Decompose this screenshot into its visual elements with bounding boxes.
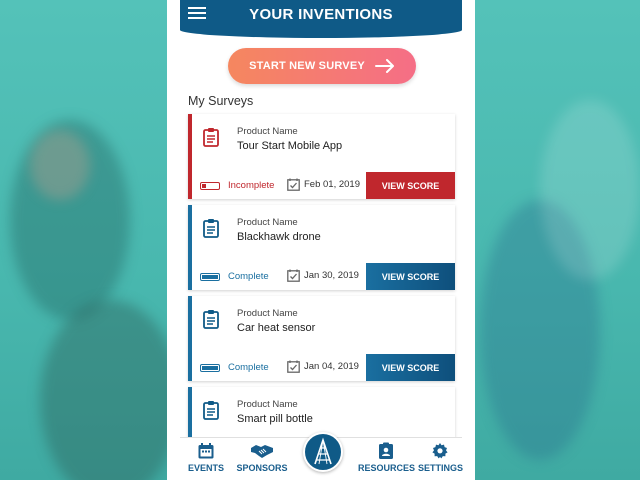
status-text: Complete xyxy=(228,362,269,373)
arrow-right-icon xyxy=(374,59,394,73)
nav-resources-label: RESOURCES xyxy=(358,463,416,473)
id-badge-icon xyxy=(379,442,393,459)
app-screen: YOUR INVENTIONS START NEW SURVEY My Surv… xyxy=(167,0,475,480)
start-new-survey-label: START NEW SURVEY xyxy=(249,60,365,72)
product-name-label: Product Name xyxy=(237,217,298,228)
survey-card[interactable]: Product Name Car heat sensor Complete Ja… xyxy=(188,296,455,381)
nav-sponsors[interactable]: SPONSORS xyxy=(236,442,288,473)
app-logo-button[interactable] xyxy=(303,432,343,472)
nav-events-label: EVENTS xyxy=(187,463,224,473)
calendar-check-icon xyxy=(287,360,300,373)
product-name-value: Smart pill bottle xyxy=(237,413,313,425)
date-text: Jan 04, 2019 xyxy=(304,361,359,372)
section-title: My Surveys xyxy=(188,94,254,108)
product-name-value: Blackhawk drone xyxy=(237,231,321,243)
product-name-label: Product Name xyxy=(237,308,298,319)
survey-date: Feb 01, 2019 xyxy=(287,178,360,191)
bottom-nav: EVENTS SPONSORS RESOURCES SETTINGS xyxy=(180,432,464,480)
app-header: YOUR INVENTIONS xyxy=(180,0,462,38)
product-name-value: Car heat sensor xyxy=(237,322,316,334)
handshake-icon xyxy=(251,445,273,458)
product-name-label: Product Name xyxy=(237,126,298,137)
gear-icon xyxy=(432,443,448,459)
date-text: Feb 01, 2019 xyxy=(304,179,360,190)
tower-logo-icon xyxy=(314,437,332,465)
calendar-check-icon xyxy=(287,269,300,282)
calendar-check-icon xyxy=(287,178,300,191)
survey-card[interactable]: Product Name Blackhawk drone Complete Ja… xyxy=(188,205,455,290)
clipboard-icon xyxy=(203,401,219,420)
nav-events[interactable]: EVENTS xyxy=(186,442,226,473)
progress-bar-icon xyxy=(200,363,220,372)
clipboard-icon xyxy=(203,128,219,147)
product-name-value: Tour Start Mobile App xyxy=(237,140,343,152)
calendar-icon xyxy=(198,443,214,459)
status-text: Incomplete xyxy=(228,180,275,191)
status-badge: Complete xyxy=(200,271,269,282)
nav-settings[interactable]: SETTINGS xyxy=(418,442,464,473)
page-title: YOUR INVENTIONS xyxy=(249,6,393,23)
survey-date: Jan 30, 2019 xyxy=(287,269,359,282)
nav-sponsors-label: SPONSORS xyxy=(236,463,288,473)
progress-bar-icon xyxy=(200,272,220,281)
status-text: Complete xyxy=(228,271,269,282)
survey-date: Jan 04, 2019 xyxy=(287,360,359,373)
view-score-button[interactable]: VIEW SCORE xyxy=(366,354,455,381)
status-badge: Complete xyxy=(200,362,269,373)
clipboard-icon xyxy=(203,219,219,238)
survey-card[interactable]: Product Name Tour Start Mobile App Incom… xyxy=(188,114,455,199)
status-badge: Incomplete xyxy=(200,180,274,191)
nav-settings-label: SETTINGS xyxy=(418,463,464,473)
clipboard-icon xyxy=(203,310,219,329)
product-name-label: Product Name xyxy=(237,399,298,410)
date-text: Jan 30, 2019 xyxy=(304,270,359,281)
nav-resources[interactable]: RESOURCES xyxy=(358,442,416,473)
view-score-button[interactable]: VIEW SCORE xyxy=(366,263,455,290)
progress-bar-icon xyxy=(200,181,220,190)
start-new-survey-button[interactable]: START NEW SURVEY xyxy=(228,48,416,84)
view-score-button[interactable]: VIEW SCORE xyxy=(366,172,455,199)
